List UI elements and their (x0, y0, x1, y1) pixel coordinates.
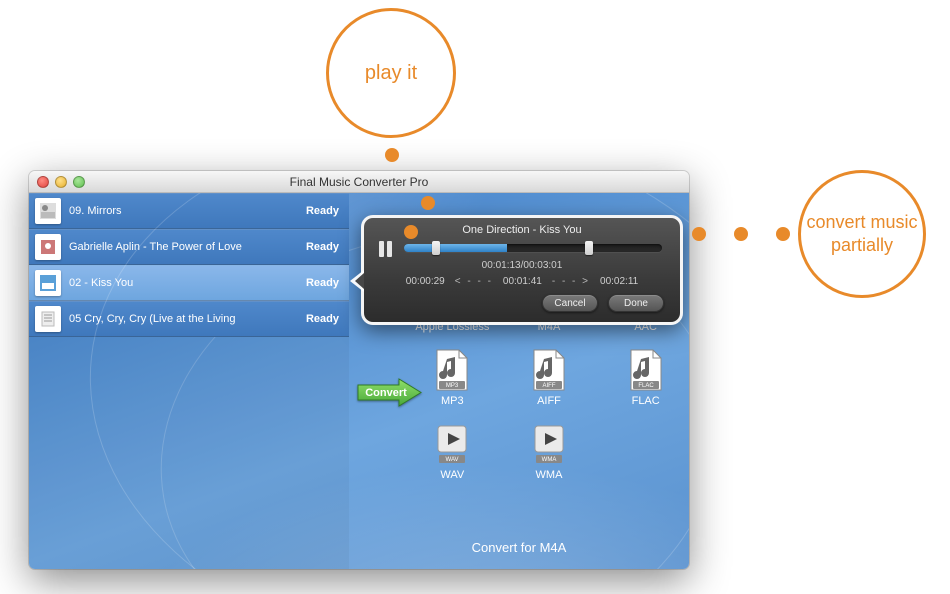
titlebar[interactable]: Final Music Converter Pro (29, 171, 689, 193)
format-mp3[interactable]: MP3 MP3 (404, 349, 501, 407)
format-label: AIFF (537, 395, 561, 407)
range-start-time: 00:00:29 (406, 276, 445, 287)
file-play-icon: WMA (530, 423, 568, 465)
track-row[interactable]: 05 Cry, Cry, Cry (Live at the Living Rea… (29, 301, 349, 337)
track-status: Ready (306, 277, 339, 289)
track-list: 09. Mirrors Ready Gabrielle Aplin - The … (29, 193, 349, 569)
arrows-right: - - - > (552, 276, 590, 287)
annotation-dot (734, 227, 748, 241)
svg-text:WAV: WAV (446, 457, 459, 463)
window-body: 09. Mirrors Ready Gabrielle Aplin - The … (29, 193, 689, 569)
file-play-icon: WAV (433, 423, 471, 465)
format-label: WMA (536, 469, 563, 481)
format-wma[interactable]: WMA WMA (501, 423, 598, 481)
track-thumb (35, 234, 61, 260)
cancel-label: Cancel (554, 298, 585, 309)
track-row[interactable]: 09. Mirrors Ready (29, 193, 349, 229)
format-label: WAV (440, 469, 464, 481)
track-status: Ready (306, 313, 339, 325)
range-end-handle[interactable] (585, 241, 593, 255)
format-label: MP3 (441, 395, 464, 407)
app-window: Final Music Converter Pro 09. Mirrors Re… (29, 171, 689, 569)
svg-text:FLAC: FLAC (638, 383, 654, 389)
pause-icon (387, 241, 392, 257)
done-label: Done (624, 298, 648, 309)
popover-buttons: Cancel Done (542, 294, 664, 312)
svg-text:MP3: MP3 (446, 383, 459, 389)
file-audio-icon: FLAC (627, 349, 665, 391)
annotation-dot (404, 225, 418, 239)
window-title: Final Music Converter Pro (29, 175, 689, 189)
track-title: Gabrielle Aplin - The Power of Love (69, 241, 306, 253)
track-thumb (35, 198, 61, 224)
annotation-partial: convert music partially (798, 170, 926, 298)
format-aiff[interactable]: AIFF AIFF (501, 349, 598, 407)
annotation-play: play it (326, 8, 456, 138)
svg-text:AIFF: AIFF (542, 383, 555, 389)
svg-text:WMA: WMA (542, 457, 557, 463)
annotation-dot (692, 227, 706, 241)
file-audio-icon: MP3 (433, 349, 471, 391)
pause-icon (379, 241, 384, 257)
format-flac[interactable]: FLAC FLAC (597, 349, 689, 407)
done-button[interactable]: Done (608, 294, 664, 312)
footer-text: Convert for M4A (349, 540, 689, 555)
track-title: 02 - Kiss You (69, 277, 306, 289)
format-grid: Apple Lossless M4A AAC MP3 (404, 321, 689, 481)
progress-track[interactable] (404, 244, 662, 252)
format-wav[interactable]: WAV WAV (404, 423, 501, 481)
annotation-dot (776, 227, 790, 241)
cancel-button[interactable]: Cancel (542, 294, 598, 312)
track-row[interactable]: Gabrielle Aplin - The Power of Love Read… (29, 229, 349, 265)
track-title: 09. Mirrors (69, 205, 306, 217)
range-times: 00:00:29 < - - - 00:01:41 - - - > 00:02:… (364, 276, 680, 287)
track-thumb (35, 270, 61, 296)
annotation-partial-text: convert music partially (801, 211, 923, 258)
track-status: Ready (306, 241, 339, 253)
track-status: Ready (306, 205, 339, 217)
range-end-time: 00:02:11 (600, 276, 638, 287)
progress-fill (404, 244, 507, 252)
annotation-play-text: play it (365, 60, 417, 86)
convert-label: Convert (365, 387, 407, 399)
annotation-dot (421, 196, 435, 210)
format-label: FLAC (632, 395, 660, 407)
file-audio-icon: AIFF (530, 349, 568, 391)
track-title: 05 Cry, Cry, Cry (Live at the Living (69, 313, 306, 325)
pause-button[interactable] (376, 240, 394, 258)
track-row-selected[interactable]: 02 - Kiss You Ready (29, 265, 349, 301)
range-start-handle[interactable] (432, 241, 440, 255)
range-mid-time: 00:01:41 (503, 276, 542, 287)
track-thumb (35, 306, 61, 332)
arrows-left: < - - - (455, 276, 493, 287)
format-empty (597, 423, 689, 481)
elapsed-total: 00:01:13/00:03:01 (364, 260, 680, 271)
annotation-dot (385, 148, 399, 162)
